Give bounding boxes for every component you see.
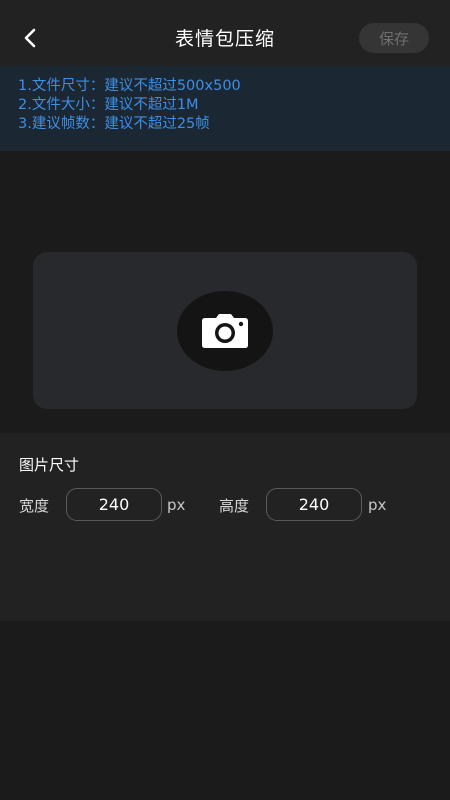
height-input[interactable] xyxy=(266,488,362,521)
height-unit: px xyxy=(368,496,387,514)
app-root: 表情包压缩 保存 1.文件尺寸：建议不超过500x500 2.文件大小：建议不超… xyxy=(0,0,450,800)
width-input[interactable] xyxy=(66,488,162,521)
save-button[interactable]: 保存 xyxy=(359,23,429,53)
camera-button[interactable] xyxy=(177,291,273,371)
top-bar: 表情包压缩 保存 xyxy=(0,0,450,66)
height-label: 高度 xyxy=(219,497,250,515)
width-unit: px xyxy=(167,496,186,514)
tip-item: 2.文件大小：建议不超过1M xyxy=(18,97,199,113)
tip-item: 1.文件尺寸：建议不超过500x500 xyxy=(18,78,241,94)
camera-icon xyxy=(202,314,248,348)
image-size-panel: 图片尺寸 宽度 px 高度 px xyxy=(0,433,450,621)
tip-item: 3.建议帧数：建议不超过25帧 xyxy=(18,116,210,132)
image-upload-area[interactable] xyxy=(33,252,417,409)
tips-banner: 1.文件尺寸：建议不超过500x500 2.文件大小：建议不超过1M 3.建议帧… xyxy=(0,66,450,151)
image-size-title: 图片尺寸 xyxy=(19,456,80,474)
width-label: 宽度 xyxy=(19,497,50,515)
